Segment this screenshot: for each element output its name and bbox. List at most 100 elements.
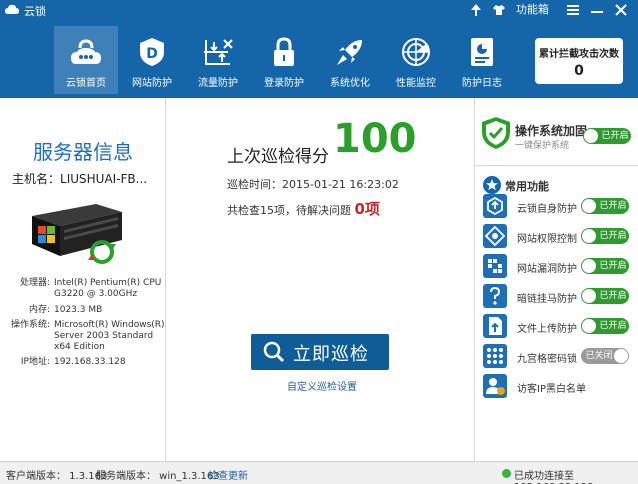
feature-upload-protect: 文件上传防护 已开启 (483, 314, 633, 338)
traffic-icon (204, 39, 233, 65)
score-value: 100 (333, 116, 417, 162)
connection-status: 已成功连接至 192.168.33.128 (514, 471, 594, 484)
permission-control-toggle[interactable]: 已开启 (581, 228, 629, 244)
custom-scan-settings-link[interactable]: 自定义巡检设置 (287, 378, 357, 393)
nav-label: 流量防护 (198, 78, 238, 89)
toggle-label: 已开启 (599, 291, 627, 301)
grid-lock-icon (483, 344, 507, 368)
client-version: 客户端版本： 1.3.163 (6, 471, 108, 482)
hostname-label: 主机名： (12, 172, 61, 186)
toggle-knob (584, 129, 598, 143)
toggle-label: 已关闭 (585, 351, 613, 361)
info-key: 操作系统: (10, 320, 50, 330)
vulnerability-protect-toggle[interactable]: 已开启 (581, 258, 629, 274)
nav-login-protect[interactable]: 登录防护 (252, 26, 316, 94)
rocket-icon (337, 40, 362, 65)
os-harden-title: 操作系统加固 (515, 124, 588, 138)
nav-system-optimize[interactable]: 系统优化 (318, 26, 382, 94)
info-value: 1023.3 MB (54, 305, 103, 315)
toggle-knob (582, 199, 596, 213)
toggle-label: 已开启 (599, 201, 627, 211)
toggle-label: 已开启 (599, 231, 627, 241)
score-label: 上次巡检得分 (227, 147, 329, 167)
status-bar: 客户端版本： 1.3.163 服务端版本： win_1.3.163 检查更新 已… (0, 461, 638, 484)
scan-now-label: 立即巡检 (293, 344, 369, 365)
feature-trojan-protect: 暗链挂马防护 已开启 (483, 284, 633, 308)
os-harden-toggle[interactable]: 已开启 (583, 128, 631, 144)
feature-grid-lock: 九宫格密码锁 已关闭 (483, 344, 633, 368)
problem-count: 0项 (354, 200, 380, 218)
server-info-panel: 服务器信息 主机名：LIUSHUAI-FB... 处理器: Intel(R) P… (0, 98, 166, 461)
nav-home[interactable]: 云锁首页 (54, 26, 118, 94)
feature-label: 网站权限控制 (517, 234, 577, 245)
hostname-value: LIUSHUAI-FB... (60, 172, 148, 186)
nav-protect-log[interactable]: 防护日志 (450, 26, 514, 94)
star-icon (483, 176, 501, 194)
web-shield-icon: D (140, 38, 164, 66)
self-protect-icon (483, 194, 507, 218)
toggle-knob (614, 349, 628, 363)
os-harden-section: 操作系统加固 一键保护系统 已开启 (475, 98, 638, 166)
toggle-label: 已开启 (599, 321, 627, 331)
toolbox-menu[interactable]: 功能箱 (512, 1, 558, 19)
toolbox-label: 功能箱 (516, 3, 549, 16)
nav-label: 防护日志 (462, 78, 502, 89)
trojan-protect-toggle[interactable]: 已开启 (581, 288, 629, 304)
scan-time-value: 2015-01-21 16:23:02 (282, 178, 399, 191)
title-bar: 云锁 功能箱 (0, 0, 638, 20)
info-key: 处理器: (19, 278, 50, 288)
toggle-knob (582, 229, 596, 243)
svg-text:D: D (146, 46, 158, 62)
protection-panel: 操作系统加固 一键保护系统 已开启 常用功能 云锁自身防护 已开启 网站权限控制… (474, 98, 638, 461)
feature-label: 暗链挂马防护 (517, 294, 577, 305)
info-key: 内存: (28, 305, 50, 315)
toggle-label: 已开启 (599, 261, 627, 271)
ip-list-icon (483, 374, 507, 398)
nav-label: 系统优化 (330, 78, 370, 89)
feature-vulnerability-protect: 网站漏洞防护 已开启 (483, 254, 633, 278)
trojan-icon (483, 284, 507, 308)
scan-time-line: 巡检时间：2015-01-21 16:23:02 (227, 176, 399, 192)
app-logo-icon (5, 4, 19, 14)
nav-web-protect[interactable]: D 网站防护 (120, 26, 184, 94)
feature-permission-control: 网站权限控制 已开启 (483, 224, 633, 248)
feature-label: 网站漏洞防护 (517, 264, 577, 275)
upload-protect-toggle[interactable]: 已开启 (581, 318, 629, 334)
scan-panel: 上次巡检得分 100 巡检时间：2015-01-21 16:23:02 共检查1… (167, 98, 474, 461)
nav-label: 网站防护 (132, 78, 172, 89)
scan-summary: 共检查15项，待解决问题 0项 (227, 198, 380, 219)
info-value: Intel(R) Pentium(R) CPU G3220 @ 3.00GHz (54, 278, 162, 299)
nav-label: 登录防护 (264, 78, 304, 89)
grid-lock-toggle[interactable]: 已关闭 (581, 348, 629, 364)
attack-stats-box: 累计拦截攻击次数 0 (535, 38, 623, 84)
shirt-icon[interactable] (490, 1, 508, 19)
minimize-icon[interactable] (588, 1, 606, 19)
server-version: 服务端版本： win_1.3.163 (96, 471, 220, 482)
toggle-knob (582, 319, 596, 333)
scan-now-button[interactable]: 立即巡检 (251, 334, 389, 370)
server-info-title: 服务器信息 (33, 140, 133, 164)
toggle-label: 已开启 (601, 131, 629, 141)
menu-icon[interactable] (564, 1, 582, 19)
scan-summary-text: 共检查15项，待解决问题 (227, 204, 351, 217)
feature-label: 九宫格密码锁 (517, 354, 577, 365)
scan-time-label: 巡检时间： (227, 178, 282, 191)
padlock-icon (274, 37, 294, 66)
attack-stats-label: 累计拦截攻击次数 (539, 49, 619, 60)
check-update-link[interactable]: 检查更新 (208, 467, 248, 482)
self-protect-toggle[interactable]: 已开启 (581, 198, 629, 214)
nav-traffic-protect[interactable]: 流量防护 (186, 26, 250, 94)
server-icon (32, 204, 122, 264)
feature-ip-list[interactable]: 访客IP黑白名单 (483, 374, 633, 398)
shield-icon (482, 117, 510, 149)
close-icon[interactable] (612, 1, 630, 19)
log-icon (471, 38, 493, 66)
pin-icon[interactable] (468, 1, 484, 19)
app-title: 云锁 (24, 5, 46, 18)
nav-label: 云锁首页 (66, 78, 106, 89)
feature-self-protect: 云锁自身防护 已开启 (483, 194, 633, 218)
feature-label: 访客IP黑白名单 (517, 384, 586, 395)
vulnerability-icon (483, 254, 507, 278)
nav-performance-monitor[interactable]: 性能监控 (384, 26, 448, 94)
radar-icon (402, 38, 430, 66)
